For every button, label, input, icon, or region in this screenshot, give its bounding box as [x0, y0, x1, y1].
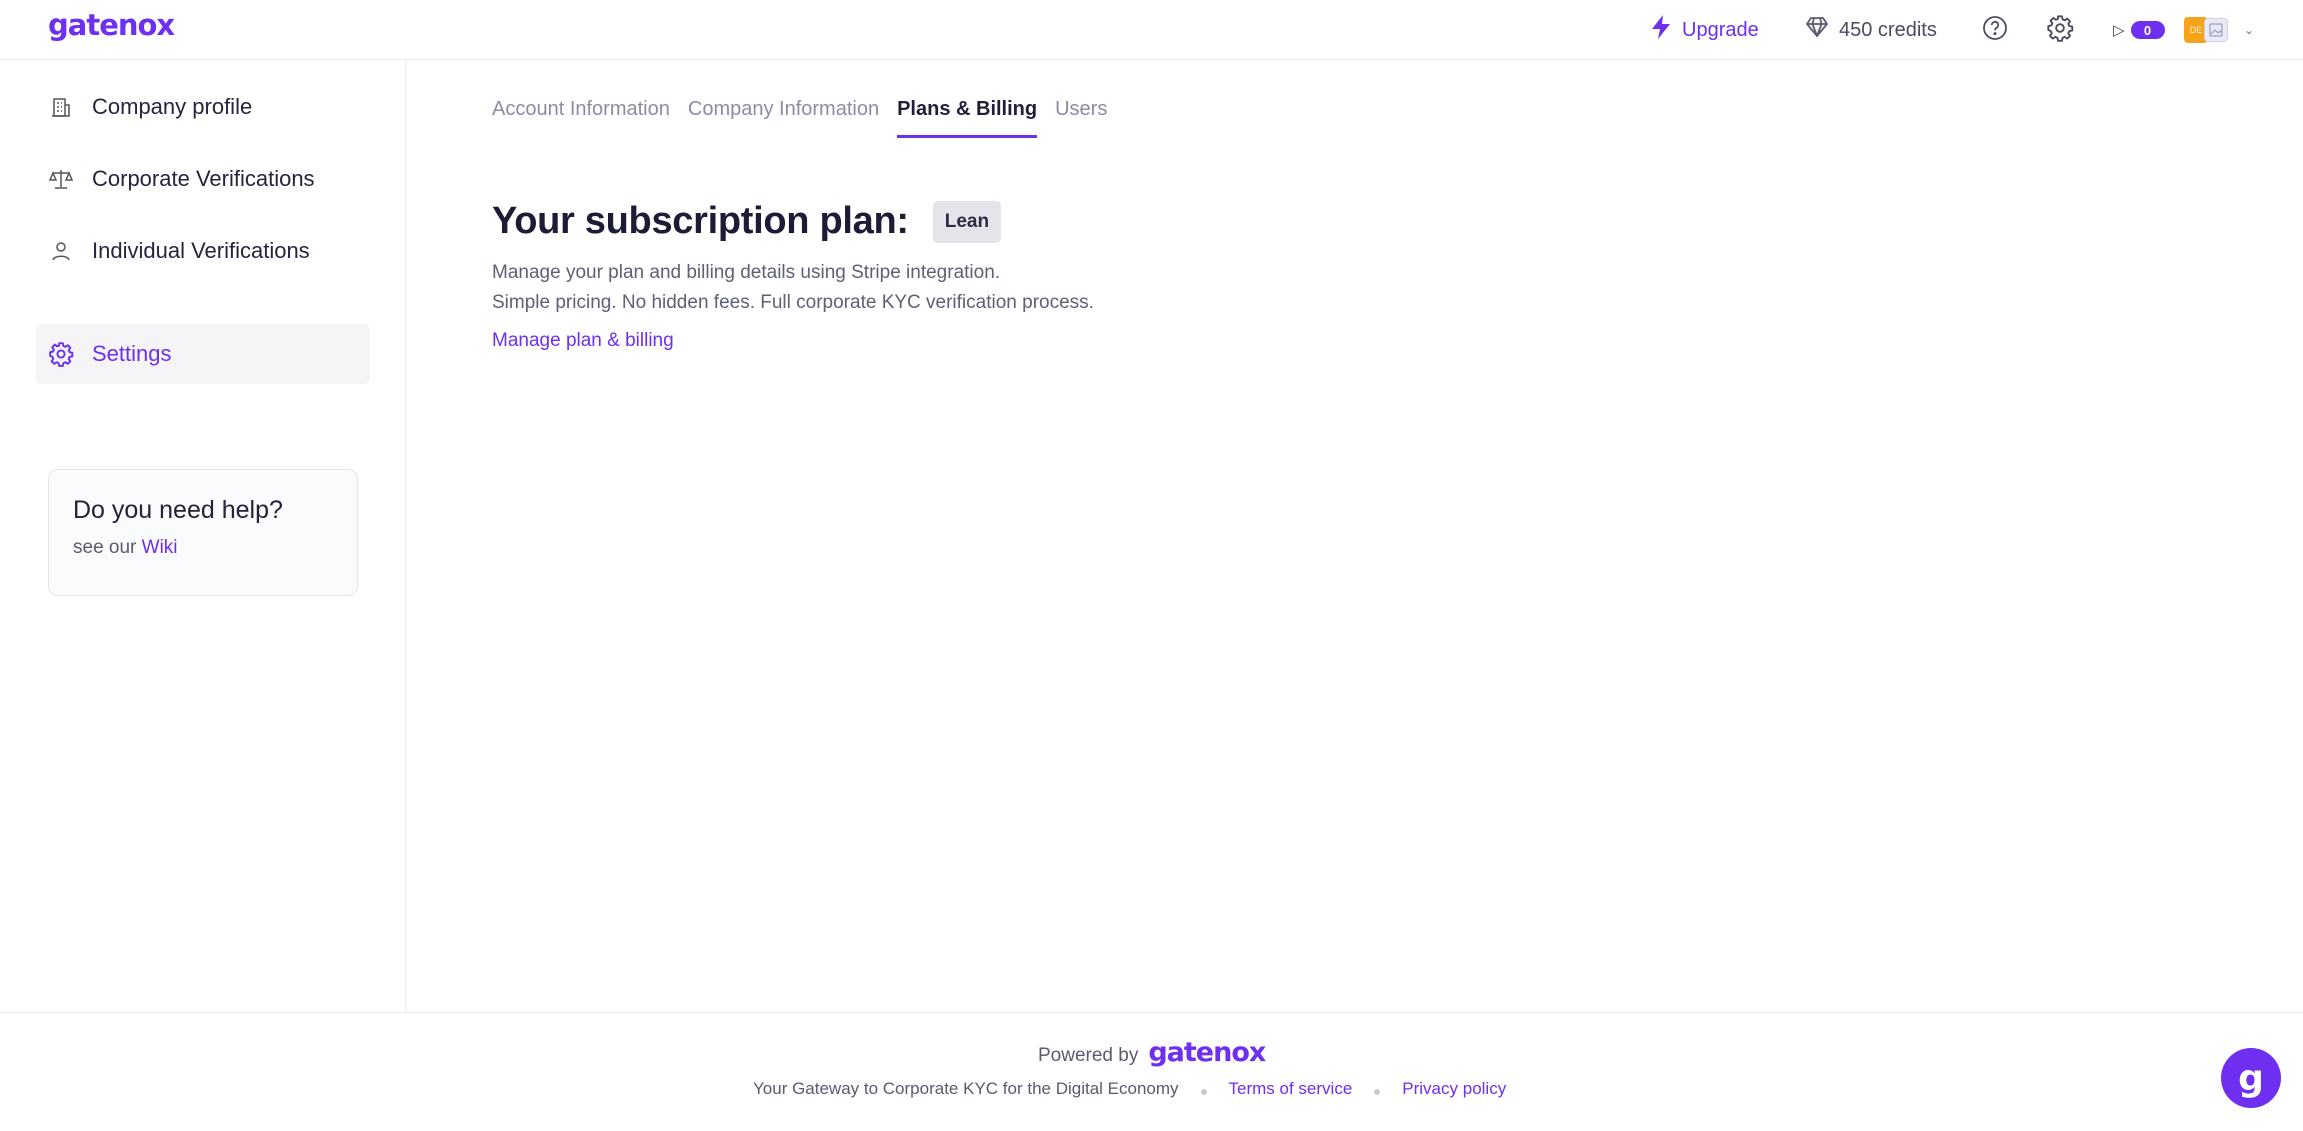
- plan-badge: Lean: [932, 200, 1002, 243]
- help-text: see our Wiki: [73, 537, 333, 559]
- upgrade-button[interactable]: Upgrade: [1650, 0, 1759, 60]
- gatenox-logo[interactable]: gatenox: [48, 8, 175, 42]
- image-placeholder-icon: [2204, 18, 2228, 42]
- chat-launcher-button[interactable]: g: [2221, 1048, 2281, 1108]
- app-page: gatenox Upgrade 450 credits ▷ 0 DE ⌄ Com…: [0, 0, 2303, 1131]
- footer: Powered by gatenox Your Gateway to Corpo…: [0, 1012, 2303, 1131]
- sidebar: Company profile Corporate Verifications …: [0, 60, 406, 1012]
- bolt-icon: [1650, 14, 1672, 46]
- user-icon: [48, 238, 74, 264]
- scale-icon: [48, 166, 74, 192]
- sidebar-item-label: Corporate Verifications: [92, 166, 315, 191]
- footer-logo[interactable]: gatenox: [1148, 1037, 1266, 1068]
- separator-dot: [1200, 1089, 1207, 1095]
- sidebar-item-corporate-verifications[interactable]: Corporate Verifications: [36, 149, 370, 209]
- footer-tagline: Your Gateway to Corporate KYC for the Di…: [753, 1079, 1179, 1098]
- tab-account-information[interactable]: Account Information: [492, 98, 670, 138]
- tab-users[interactable]: Users: [1055, 98, 1107, 138]
- settings-button[interactable]: [2046, 0, 2074, 60]
- help-button[interactable]: [1982, 0, 2008, 60]
- powered-by-label: Powered by: [1038, 1045, 1139, 1066]
- gear-icon: [48, 341, 74, 367]
- page-title: Your subscription plan:: [492, 200, 909, 242]
- help-title: Do you need help?: [73, 496, 283, 524]
- footer-links: Your Gateway to Corporate KYC for the Di…: [753, 1079, 1506, 1099]
- account-menu[interactable]: DE ⌄: [2184, 0, 2254, 60]
- sidebar-item-label: Settings: [92, 341, 172, 366]
- help-prefix: see our: [73, 537, 142, 558]
- sidebar-item-label: Company profile: [92, 94, 253, 119]
- credits-indicator[interactable]: 450 credits: [1805, 0, 1937, 60]
- separator-dot: [1374, 1089, 1381, 1095]
- upgrade-label: Upgrade: [1682, 18, 1759, 41]
- sidebar-item-label: Individual Verifications: [92, 238, 310, 263]
- tab-company-information[interactable]: Company Information: [688, 98, 879, 138]
- wiki-link[interactable]: Wiki: [142, 537, 178, 558]
- notification-badge: 0: [2130, 21, 2165, 39]
- sidebar-item-settings[interactable]: Settings: [36, 324, 370, 384]
- top-bar: gatenox Upgrade 450 credits ▷ 0 DE ⌄: [0, 0, 2303, 60]
- settings-tabs: Account Information Company Information …: [492, 98, 1107, 138]
- help-circle-icon: [1982, 15, 2008, 46]
- manage-plan-link[interactable]: Manage plan & billing: [492, 330, 674, 352]
- gear-icon: [2046, 14, 2074, 47]
- building-icon: [48, 94, 74, 120]
- terms-link[interactable]: Terms of service: [1229, 1079, 1353, 1099]
- notifications-button[interactable]: ▷ 0: [2113, 0, 2165, 60]
- tab-plans-billing[interactable]: Plans & Billing: [897, 98, 1038, 138]
- sidebar-item-individual-verifications[interactable]: Individual Verifications: [36, 221, 370, 281]
- chevron-down-icon: ⌄: [2244, 23, 2255, 37]
- privacy-link[interactable]: Privacy policy: [1402, 1079, 1506, 1099]
- chat-logo-icon: g: [2238, 1057, 2264, 1099]
- plan-description-line: Simple pricing. No hidden fees. Full cor…: [492, 292, 1094, 313]
- plan-description-line: Manage your plan and billing details usi…: [492, 262, 1001, 283]
- powered-by: Powered by gatenox: [1038, 1037, 1266, 1068]
- credits-label: 450 credits: [1839, 18, 1937, 41]
- plan-description: Manage your plan and billing details usi…: [492, 258, 1094, 318]
- help-card: Do you need help? see our Wiki: [48, 469, 358, 596]
- plan-heading: Your subscription plan: Lean: [492, 200, 1002, 243]
- diamond-icon: [1805, 16, 1829, 44]
- sidebar-item-company-profile[interactable]: Company profile: [36, 77, 370, 137]
- send-icon: ▷: [2113, 22, 2125, 39]
